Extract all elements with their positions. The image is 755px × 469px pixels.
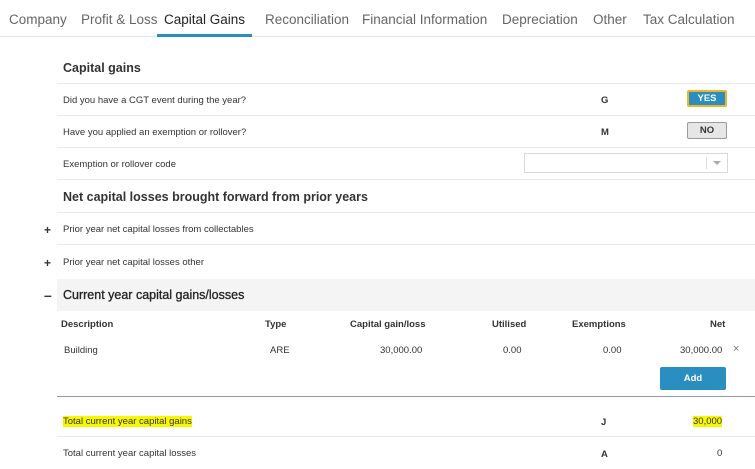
exemption-code-select[interactable]: [524, 153, 728, 173]
exemption-code-label: Exemption or rollover code: [63, 159, 176, 170]
tab-tax-calculation[interactable]: Tax Calculation: [643, 0, 735, 37]
tab-financial-information[interactable]: Financial Information: [362, 0, 487, 37]
cgt-event-label: Did you have a CGT event during the year…: [63, 95, 247, 106]
row-description: Building: [64, 345, 98, 356]
cgt-event-toggle[interactable]: YES: [687, 90, 727, 107]
row-gain-loss: 30,000.00: [380, 345, 423, 356]
exemption-label: Have you applied an exemption or rollove…: [63, 127, 247, 138]
other-losses-row[interactable]: Prior year net capital losses other: [57, 245, 755, 278]
net-losses-heading: Net capital losses brought forward from …: [63, 190, 368, 204]
col-type: Type: [265, 319, 287, 330]
total-gains-code: J: [601, 417, 607, 428]
col-exemptions: Exemptions: [572, 319, 626, 330]
tab-other[interactable]: Other: [593, 0, 627, 37]
other-losses-label: Prior year net capital losses other: [63, 257, 204, 268]
capital-gains-heading: Capital gains: [63, 61, 141, 75]
tab-company[interactable]: Company: [9, 0, 67, 37]
total-losses-row: Total current year capital losses A 0: [57, 437, 755, 469]
total-gains-label: Total current year capital gains: [63, 416, 192, 427]
current-year-title: Current year capital gains/losses: [63, 288, 245, 302]
exemption-code-letter: M: [601, 127, 609, 138]
tab-profit-loss[interactable]: Profit & Loss: [81, 0, 158, 37]
row-exemptions: 0.00: [603, 345, 622, 356]
tab-reconciliation[interactable]: Reconciliation: [265, 0, 349, 37]
total-losses-label: Total current year capital losses: [63, 448, 197, 459]
tab-depreciation[interactable]: Depreciation: [502, 0, 578, 37]
chevron-down-icon[interactable]: [713, 161, 721, 165]
current-year-heading: Current year capital gains/losses: [63, 288, 245, 302]
col-utilised: Utilised: [492, 319, 527, 330]
remove-row-icon[interactable]: ×: [733, 343, 739, 355]
collapse-current-year-icon[interactable]: –: [44, 287, 52, 303]
total-gains-value: 30,000: [693, 416, 723, 427]
exemption-row: Have you applied an exemption or rollove…: [57, 116, 755, 148]
expand-collectables-icon[interactable]: +: [44, 223, 51, 237]
row-utilised: 0.00: [503, 345, 522, 356]
cgt-event-code: G: [601, 95, 609, 106]
total-losses-code: A: [601, 449, 608, 460]
tab-capital-gains[interactable]: Capital Gains: [157, 0, 253, 37]
row-type: ARE: [270, 345, 290, 356]
totals-divider: [57, 396, 755, 397]
row-net: 30,000.00: [680, 345, 723, 356]
exemption-toggle[interactable]: NO: [687, 122, 727, 139]
select-separator: [706, 157, 707, 169]
total-gains-row: Total current year capital gains J 30,00…: [57, 405, 755, 437]
expand-other-losses-icon[interactable]: +: [44, 256, 51, 270]
col-capital-gain-loss: Capital gain/loss: [350, 319, 426, 330]
add-button[interactable]: Add: [660, 367, 726, 390]
cgt-event-row: Did you have a CGT event during the year…: [57, 84, 755, 116]
col-description: Description: [61, 319, 114, 330]
total-losses-value: 0: [717, 448, 723, 459]
collectables-label: Prior year net capital losses from colle…: [63, 224, 254, 235]
col-net: Net: [710, 319, 726, 330]
collectables-row[interactable]: Prior year net capital losses from colle…: [57, 213, 755, 245]
exemption-code-row: Exemption or rollover code: [57, 148, 755, 180]
tab-bar: Company Profit & Loss Capital Gains Reco…: [0, 0, 755, 37]
